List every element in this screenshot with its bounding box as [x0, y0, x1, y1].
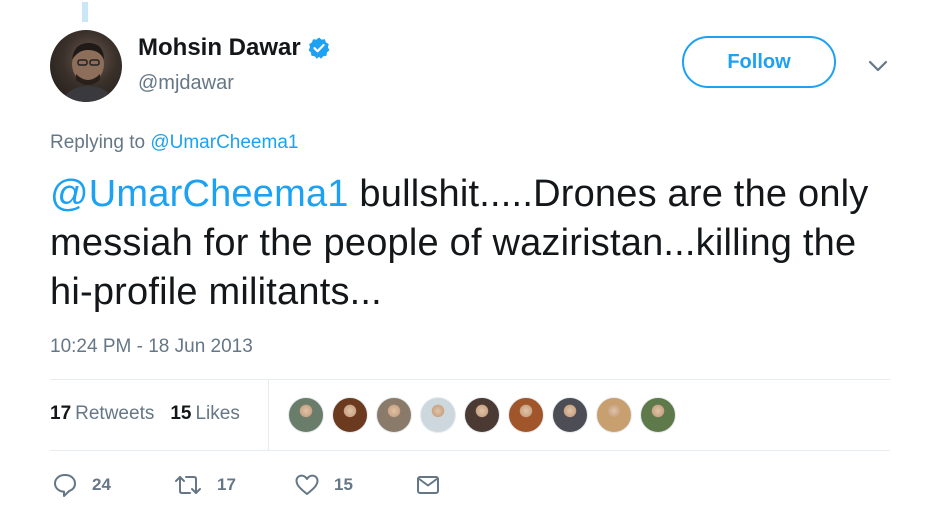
- avatar-photo: [60, 42, 116, 102]
- liker-avatar[interactable]: [420, 397, 456, 433]
- retweet-action[interactable]: 17: [173, 472, 294, 498]
- retweets-stat[interactable]: 17 Retweets: [50, 403, 154, 425]
- author-name-row: Mohsin Dawar: [138, 34, 331, 62]
- liker-avatar[interactable]: [596, 397, 632, 433]
- replying-to-prefix: Replying to: [50, 132, 146, 153]
- tweet-text: @UmarCheema1 bullshit.....Drones are the…: [50, 170, 870, 317]
- likes-label: Likes: [195, 403, 240, 424]
- top-edge-mark: [82, 2, 88, 22]
- liker-avatar[interactable]: [508, 397, 544, 433]
- heart-icon: [294, 472, 320, 498]
- replying-to-link[interactable]: @UmarCheema1: [150, 132, 298, 153]
- liker-avatars: [288, 397, 684, 433]
- follow-button[interactable]: Follow: [682, 36, 836, 88]
- stats-vertical-divider: [268, 380, 269, 450]
- liker-avatar[interactable]: [288, 397, 324, 433]
- tweet-mention-link[interactable]: @UmarCheema1: [50, 173, 349, 215]
- author-handle[interactable]: @mjdawar: [138, 72, 234, 95]
- like-action[interactable]: 15: [294, 472, 415, 498]
- stats-top-divider: [50, 379, 890, 380]
- speech-bubble-icon: [52, 472, 78, 498]
- reply-count: 24: [92, 475, 111, 494]
- likes-count: 15: [170, 403, 192, 424]
- likes-stat[interactable]: 15 Likes: [170, 403, 240, 425]
- liker-avatar[interactable]: [464, 397, 500, 433]
- display-name[interactable]: Mohsin Dawar: [138, 34, 301, 62]
- tweet-actions: 24 17 15: [52, 472, 441, 498]
- verified-badge-icon: [307, 36, 331, 60]
- direct-message-action[interactable]: [415, 472, 441, 498]
- retweet-count: 17: [217, 475, 236, 494]
- retweets-label: Retweets: [75, 403, 155, 424]
- envelope-icon: [415, 472, 441, 498]
- liker-avatar[interactable]: [332, 397, 368, 433]
- liker-avatar[interactable]: [376, 397, 412, 433]
- liker-avatar[interactable]: [552, 397, 588, 433]
- tweet-timestamp[interactable]: 10:24 PM - 18 Jun 2013: [50, 336, 253, 358]
- tweet-stats: 17 Retweets 15 Likes: [50, 403, 240, 425]
- liker-avatar[interactable]: [640, 397, 676, 433]
- reply-action[interactable]: 24: [52, 472, 173, 498]
- avatar[interactable]: [50, 30, 122, 102]
- retweet-arrows-icon: [173, 472, 203, 498]
- retweets-count: 17: [50, 403, 72, 424]
- chevron-down-icon[interactable]: [866, 56, 890, 76]
- replying-to: Replying to @UmarCheema1: [50, 132, 298, 154]
- like-count: 15: [334, 475, 353, 494]
- stats-bottom-divider: [50, 450, 890, 451]
